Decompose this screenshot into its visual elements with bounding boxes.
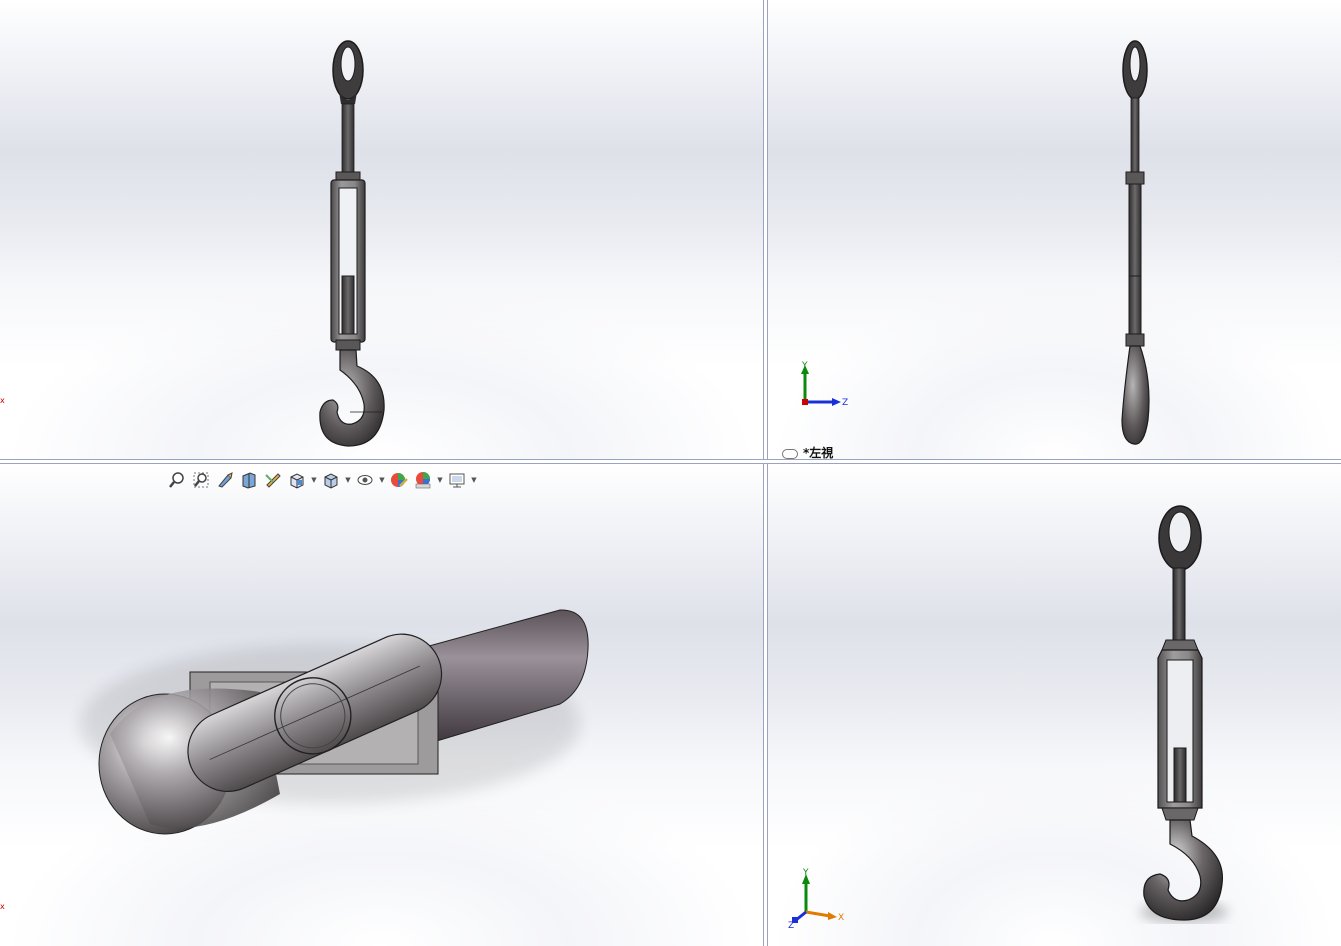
- display-style-icon: [324, 473, 338, 489]
- view-settings-icon: [449, 473, 465, 488]
- hide-show-items-button[interactable]: [354, 470, 376, 490]
- zoom-to-area-icon: [193, 472, 209, 488]
- triad-z-label: Z: [788, 921, 794, 928]
- section-view-icon: [242, 472, 256, 489]
- dynamic-annotation-icon: [265, 473, 281, 488]
- view-orientation-button[interactable]: [286, 470, 308, 490]
- coordinate-triad: Y Z: [801, 361, 848, 408]
- origin-axis-marker: x: [0, 396, 5, 405]
- view-settings-dropdown[interactable]: ▼: [470, 476, 478, 484]
- triad-y-label: Y: [802, 868, 809, 878]
- edit-appearance-button[interactable]: [388, 470, 410, 490]
- turnbuckle-front-model[interactable]: [0, 0, 763, 459]
- display-style-dropdown[interactable]: ▼: [344, 476, 352, 484]
- view-settings-button[interactable]: [446, 470, 468, 490]
- viewport-front[interactable]: x: [0, 0, 763, 459]
- triad-x-label: X: [838, 913, 844, 923]
- origin-axis-marker: x: [0, 902, 5, 911]
- apply-scene-button[interactable]: [412, 470, 434, 490]
- vertical-viewport-splitter[interactable]: [763, 0, 768, 946]
- link-view-icon: [782, 448, 798, 459]
- viewport-top[interactable]: x: [0, 464, 763, 946]
- hide-show-items-dropdown[interactable]: ▼: [378, 476, 386, 484]
- viewport-isometric[interactable]: Y X Z: [768, 464, 1341, 946]
- section-view-button[interactable]: [238, 470, 260, 490]
- previous-view-icon: [218, 472, 233, 488]
- turnbuckle-top-model[interactable]: [0, 464, 763, 946]
- zoom-to-fit-icon: [169, 472, 184, 488]
- triad-z-label: Z: [842, 398, 848, 408]
- viewport-left[interactable]: Y Z *左視: [768, 0, 1341, 459]
- horizontal-viewport-splitter[interactable]: [0, 459, 1341, 464]
- apply-scene-icon: [415, 472, 431, 489]
- display-style-button[interactable]: [320, 470, 342, 490]
- view-name-label: *左視: [782, 444, 833, 459]
- view-orientation-dropdown[interactable]: ▼: [310, 476, 318, 484]
- zoom-to-area-button[interactable]: [190, 470, 212, 490]
- apply-scene-dropdown[interactable]: ▼: [436, 476, 444, 484]
- dynamic-annotation-button[interactable]: [262, 470, 284, 490]
- previous-view-button[interactable]: [214, 470, 236, 490]
- zoom-to-fit-button[interactable]: [166, 470, 188, 490]
- triad-y-label: Y: [801, 361, 808, 371]
- hide-show-items-icon: [357, 475, 373, 485]
- edit-appearance-icon: [391, 473, 408, 487]
- coordinate-triad: Y X Z: [788, 868, 844, 928]
- view-name-text: *左視: [803, 446, 834, 459]
- heads-up-view-toolbar: ▼ ▼ ▼ ▼ ▼: [166, 469, 478, 491]
- view-orientation-icon: [290, 473, 304, 489]
